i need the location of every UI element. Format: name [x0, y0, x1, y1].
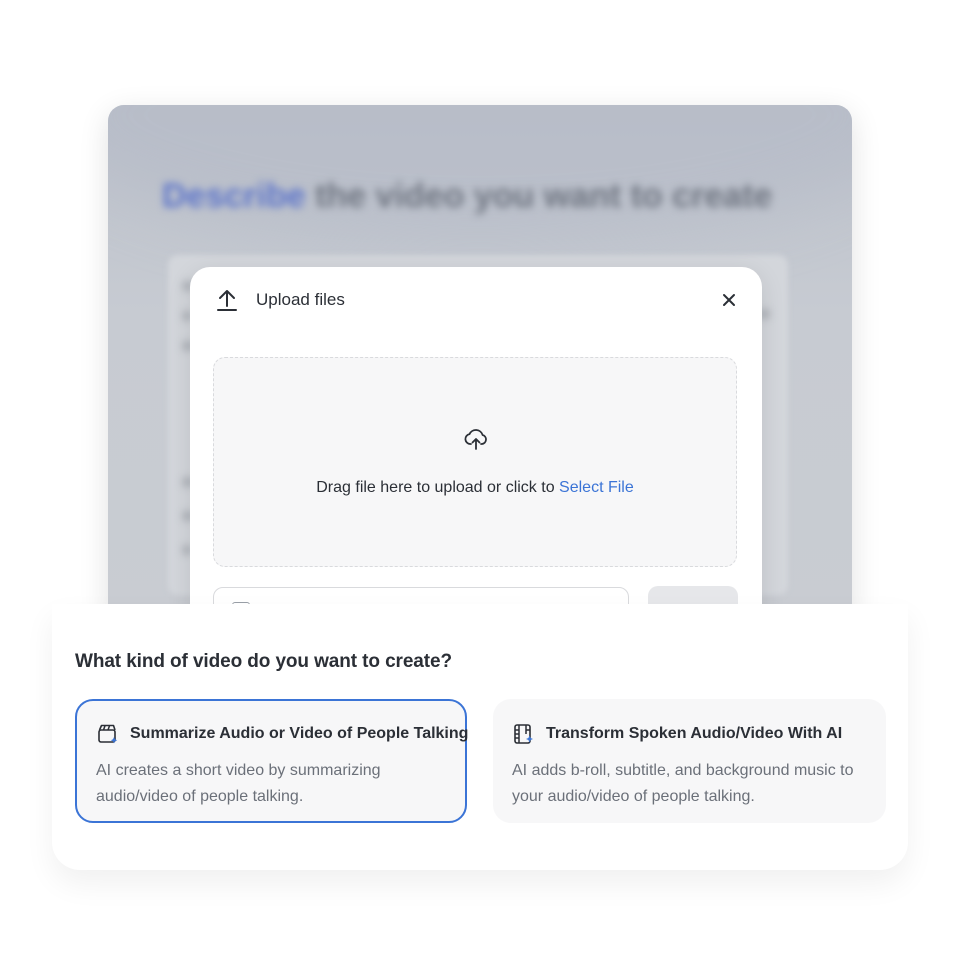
dropzone-instructions: Drag file here to upload or click to Sel… — [214, 479, 736, 497]
clapperboard-sparkle-icon — [97, 723, 119, 745]
cloud-upload-icon — [463, 426, 489, 452]
option-transform[interactable]: Transform Spoken Audio/Video With AI AI … — [493, 699, 886, 823]
option-header: Transform Spoken Audio/Video With AI — [513, 723, 842, 745]
background-heading-accent: Describe — [162, 177, 306, 215]
video-type-question: What kind of video do you want to create… — [75, 651, 452, 672]
screenshot-stage: Describe the video you want to create Up… — [0, 0, 960, 960]
upload-arrow-icon — [216, 288, 238, 312]
background-heading-rest: the video you want to create — [315, 177, 773, 215]
modal-header: Upload files — [216, 287, 740, 313]
option-summarize[interactable]: Summarize Audio or Video of People Talki… — [75, 699, 468, 823]
close-button[interactable] — [718, 289, 740, 311]
option-description: AI creates a short video by summarizing … — [96, 762, 381, 805]
option-header: Summarize Audio or Video of People Talki… — [97, 723, 468, 745]
select-file-link[interactable]: Select File — [559, 479, 634, 496]
option-description: AI adds b-roll, subtitle, and background… — [512, 762, 854, 805]
file-dropzone[interactable]: Drag file here to upload or click to Sel… — [213, 357, 737, 567]
close-icon — [723, 294, 735, 306]
film-sparkle-icon — [513, 723, 535, 745]
option-title: Transform Spoken Audio/Video With AI — [546, 725, 843, 742]
option-title: Summarize Audio or Video of People Talki… — [130, 725, 469, 742]
modal-title: Upload files — [256, 290, 345, 309]
background-heading: Describe the video you want to create — [162, 177, 772, 216]
video-type-card: What kind of video do you want to create… — [52, 604, 908, 870]
dropzone-text: Drag file here to upload or click to — [316, 479, 560, 496]
